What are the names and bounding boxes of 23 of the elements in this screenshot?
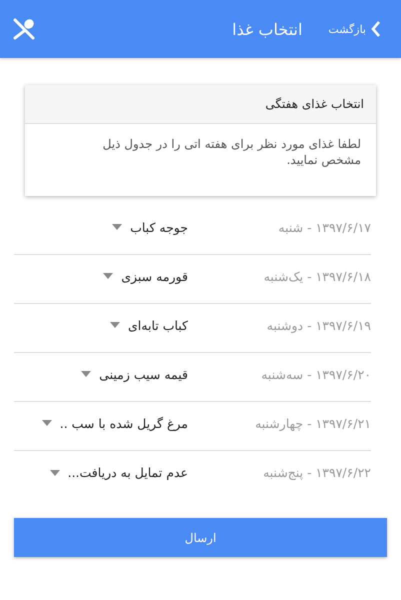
fork-spoon-icon [12, 17, 36, 41]
food-dropdown[interactable]: قیمه سیب زمینی [81, 366, 188, 382]
caret-icon [110, 322, 120, 328]
date-label: ۱۳۹۷/۶/۱۹ - دوشنبه [266, 318, 371, 333]
card-title: انتخاب غذای هفتگی [265, 97, 364, 111]
caret-icon [50, 470, 60, 476]
food-dropdown[interactable]: جوجه کباب [112, 220, 188, 235]
food-dropdown[interactable]: قورمه سبزی [103, 268, 188, 284]
food-dropdown[interactable]: عدم تمایل به دریافت... [50, 465, 188, 480]
food-dropdown[interactable]: مرغ گریل شده با سب .. [42, 416, 188, 431]
date-label: ۱۳۹۷/۶/۲۰ - سه‌شنبه [260, 366, 371, 382]
caret-icon [103, 273, 114, 280]
caret-icon [81, 371, 92, 378]
chevron-icon [371, 21, 381, 37]
caret-icon [112, 224, 122, 230]
date-label: ۱۳۹۷/۶/۱۸ - یک‌شنبه [262, 268, 371, 284]
date-label: ۱۳۹۷/۶/۲۱ - چهارشنبه [254, 416, 371, 431]
food-dropdown[interactable]: کباب تابه‌ای [110, 318, 188, 333]
caret-icon [42, 420, 52, 426]
date-label: ۱۳۹۷/۶/۲۲ - پنج‌شنبه [262, 465, 371, 480]
date-label: ۱۳۹۷/۶/۱۷ - شنبه [277, 220, 371, 235]
card-text: لطفا غذای مورد نظر برای هفته اتی را در جدول ذیل مشخص نمایید. [102, 136, 362, 170]
screen-title: انتخاب غذا [232, 20, 302, 38]
